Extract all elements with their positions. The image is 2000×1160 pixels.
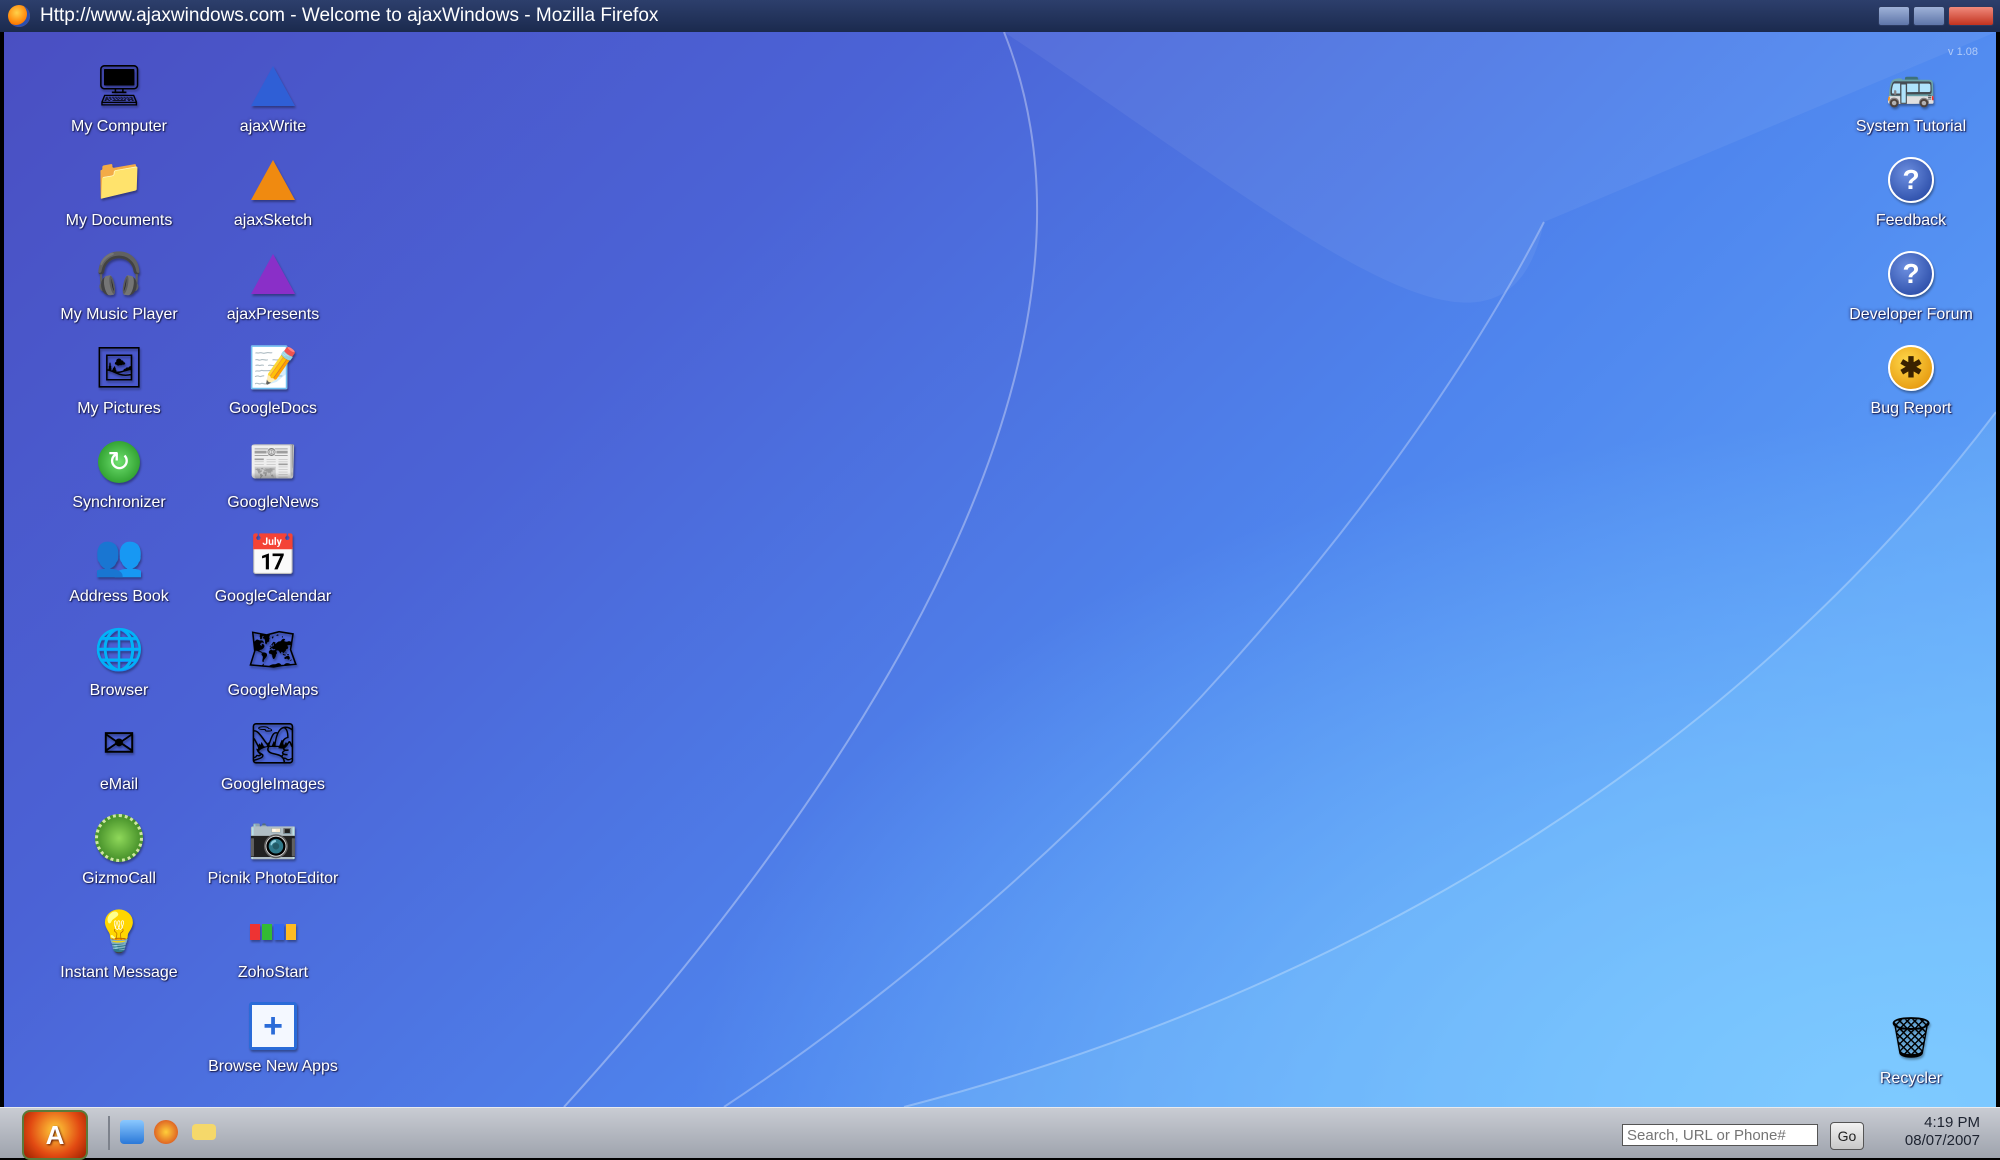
- taskbar-divider: [108, 1116, 110, 1150]
- news-icon: 📰: [248, 440, 298, 484]
- desktop-icon-googlecalendar[interactable]: 📅 GoogleCalendar: [198, 530, 348, 620]
- desktop-icon-googleimages[interactable]: 🏞 GoogleImages: [198, 718, 348, 808]
- help-icon: ?: [1885, 154, 1937, 206]
- chat-bulb-icon: 💡: [94, 910, 144, 954]
- desktop: v 1.08 🖥 My Computer 📁 My Documents 🎧 My…: [4, 32, 1996, 1107]
- version-label: v 1.08: [1948, 46, 1978, 58]
- clock: 4:19 PM 08/07/2007: [1905, 1114, 1980, 1150]
- sketch-icon: [247, 154, 299, 206]
- calendar-icon: 📅: [248, 534, 298, 578]
- zoho-icon: [247, 906, 299, 958]
- desktop-icon-zohostart[interactable]: ZohoStart: [198, 906, 348, 996]
- desktop-icon-googlemaps[interactable]: 🗺 GoogleMaps: [198, 624, 348, 714]
- desktop-icon-bug-report[interactable]: ✱ Bug Report: [1836, 342, 1986, 432]
- maximize-button[interactable]: [1913, 6, 1945, 26]
- desktop-icon-address-book[interactable]: 👥 Address Book: [44, 530, 194, 620]
- headphones-icon: 🎧: [94, 252, 144, 296]
- taskbar: A Go 4:19 PM 08/07/2007: [0, 1107, 2000, 1160]
- help-icon: ?: [1885, 248, 1937, 300]
- sync-icon: ↻: [93, 436, 145, 488]
- desktop-icon-googlenews[interactable]: 📰 GoogleNews: [198, 436, 348, 526]
- desktop-icon-gizmocall[interactable]: GizmoCall: [44, 812, 194, 902]
- folder-icon: 📁: [94, 158, 144, 202]
- bug-icon: ✱: [1885, 342, 1937, 394]
- firefox-icon: [8, 5, 30, 27]
- school-bus-icon: 🚌: [1886, 64, 1936, 108]
- window-title: Http://www.ajaxwindows.com - Welcome to …: [40, 5, 659, 26]
- start-button[interactable]: A: [22, 1110, 88, 1160]
- go-button[interactable]: Go: [1830, 1122, 1864, 1150]
- clock-date: 08/07/2007: [1904, 1132, 1980, 1149]
- desktop-icon-googledocs[interactable]: 📝 GoogleDocs: [198, 342, 348, 432]
- minimize-button[interactable]: [1878, 6, 1910, 26]
- desktop-icon-instant-message[interactable]: 💡 Instant Message: [44, 906, 194, 996]
- desktop-icon-my-pictures[interactable]: 🖼 My Pictures: [44, 342, 194, 432]
- close-button[interactable]: [1948, 6, 1994, 26]
- email-quicklaunch-icon[interactable]: [192, 1124, 216, 1140]
- camera-icon: 📷: [248, 816, 298, 860]
- desktop-icon-recycler[interactable]: 🗑 Recycler: [1836, 1012, 1986, 1102]
- desktop-icon-ajaxwrite[interactable]: ajaxWrite: [198, 60, 348, 150]
- map-icon: 🗺: [247, 628, 299, 672]
- envelope-icon: ✉: [102, 722, 136, 766]
- desktop-icon-picnik-photoeditor[interactable]: 📷 Picnik PhotoEditor: [198, 812, 348, 902]
- desktop-icon-email[interactable]: ✉ eMail: [44, 718, 194, 808]
- browser-quicklaunch-icon[interactable]: [154, 1120, 178, 1144]
- presents-icon: [247, 248, 299, 300]
- desktop-icon-ajaxpresents[interactable]: ajaxPresents: [198, 248, 348, 338]
- browser-title-bar: Http://www.ajaxwindows.com - Welcome to …: [0, 0, 2000, 32]
- desktop-icon-my-documents[interactable]: 📁 My Documents: [44, 154, 194, 244]
- desktop-icon-ajaxsketch[interactable]: ajaxSketch: [198, 154, 348, 244]
- docs-icon: 📝: [248, 346, 298, 390]
- images-icon: 🏞: [247, 722, 299, 766]
- add-app-icon: +: [247, 1000, 299, 1052]
- desktop-icon-browse-new-apps[interactable]: + Browse New Apps: [198, 1000, 348, 1090]
- desktop-icon-browser[interactable]: 🌐 Browser: [44, 624, 194, 714]
- desktop-icon-feedback[interactable]: ? Feedback: [1836, 154, 1986, 244]
- desktop-icon-system-tutorial[interactable]: 🚌 System Tutorial: [1836, 60, 1986, 150]
- clock-time: 4:19 PM: [1924, 1114, 1980, 1131]
- desktop-icon-my-computer[interactable]: 🖥 My Computer: [44, 60, 194, 150]
- show-desktop-icon[interactable]: [120, 1120, 144, 1144]
- window-controls: [1878, 6, 1994, 26]
- picture-icon: 🖼: [93, 346, 145, 390]
- search-input[interactable]: [1622, 1124, 1818, 1146]
- desktop-icon-my-music-player[interactable]: 🎧 My Music Player: [44, 248, 194, 338]
- desktop-icon-developer-forum[interactable]: ? Developer Forum: [1836, 248, 1986, 338]
- desktop-icon-synchronizer[interactable]: ↻ Synchronizer: [44, 436, 194, 526]
- people-icon: 👥: [94, 534, 144, 578]
- write-icon: [247, 60, 299, 112]
- globe-icon: 🌐: [94, 628, 144, 672]
- trash-icon: 🗑: [1885, 1016, 1937, 1060]
- computer-icon: 🖥: [93, 64, 145, 108]
- gizmo-icon: [93, 812, 145, 864]
